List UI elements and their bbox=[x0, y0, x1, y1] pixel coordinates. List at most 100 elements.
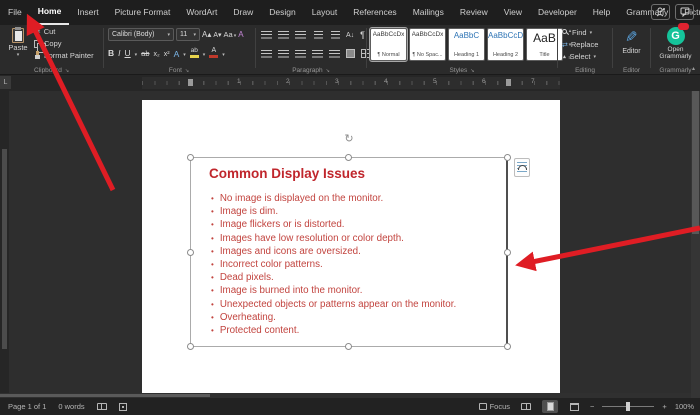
find-button[interactable]: Find ▾ bbox=[562, 28, 598, 37]
macro-record-icon[interactable] bbox=[119, 403, 127, 411]
focus-button[interactable]: Focus bbox=[479, 402, 510, 411]
comments-button[interactable] bbox=[675, 4, 694, 20]
read-mode-button[interactable] bbox=[518, 400, 534, 413]
style-heading-1[interactable]: AaBbC Heading 1 bbox=[448, 28, 485, 61]
change-case-button[interactable]: Aa▾ bbox=[224, 30, 237, 39]
tab-insert[interactable]: Insert bbox=[69, 1, 106, 24]
shrink-font-button[interactable]: A▾ bbox=[213, 31, 221, 39]
tab-help[interactable]: Help bbox=[585, 1, 618, 24]
zoom-out-button[interactable]: − bbox=[590, 402, 594, 411]
tab-stop-selector[interactable]: L bbox=[0, 76, 11, 89]
resize-handle-top-right[interactable] bbox=[504, 154, 511, 161]
text-effects-button[interactable]: A bbox=[174, 51, 180, 58]
tab-review[interactable]: Review bbox=[452, 1, 496, 24]
print-layout-button[interactable] bbox=[542, 400, 558, 413]
web-layout-button[interactable] bbox=[566, 400, 582, 413]
selected-text-box[interactable]: Common Display Issues No image is displa… bbox=[190, 157, 508, 347]
vertical-scrollbar[interactable] bbox=[691, 91, 700, 398]
caret-down-icon: ▾ bbox=[167, 32, 170, 38]
sort-icon[interactable]: A↓ bbox=[346, 32, 354, 39]
style-no-spacing[interactable]: AaBbCcDx ¶ No Spac... bbox=[409, 28, 446, 61]
clear-formatting-button[interactable]: A bbox=[238, 30, 243, 39]
tab-picture-format-1[interactable]: Picture Format bbox=[107, 1, 179, 24]
font-name-combo[interactable]: Calibri (Body) ▾ bbox=[108, 28, 174, 41]
copy-button[interactable]: Copy bbox=[34, 39, 94, 48]
group-paragraph: A↓ ¶ Paragraph ↘ bbox=[256, 25, 366, 75]
replace-button[interactable]: ⇄ Replace bbox=[562, 40, 598, 49]
tab-wordart[interactable]: WordArt bbox=[178, 1, 225, 24]
cut-button[interactable]: ✂ Cut bbox=[34, 27, 94, 36]
indent-marker-left[interactable] bbox=[188, 79, 193, 86]
open-grammarly-button[interactable]: G OpenGrammarly bbox=[651, 27, 700, 60]
bullets-button[interactable] bbox=[261, 31, 272, 39]
paragraph-mark-icon[interactable]: ¶ bbox=[360, 30, 365, 40]
grow-font-button[interactable]: A▴ bbox=[202, 30, 211, 39]
tab-developer[interactable]: Developer bbox=[530, 1, 585, 24]
tab-home[interactable]: Home bbox=[30, 0, 70, 25]
styles-dialog-launcher[interactable]: ↘ bbox=[470, 68, 474, 74]
tab-layout[interactable]: Layout bbox=[304, 1, 346, 24]
font-dialog-launcher[interactable]: ↘ bbox=[185, 68, 189, 74]
style-heading-2[interactable]: AaBbCcD Heading 2 bbox=[487, 28, 524, 61]
tab-file[interactable]: File bbox=[0, 1, 30, 24]
shading-button[interactable] bbox=[346, 49, 355, 58]
vertical-scrollbar-thumb[interactable] bbox=[692, 91, 699, 234]
page-indicator[interactable]: Page 1 of 1 bbox=[8, 402, 46, 411]
font-size-combo[interactable]: 11 ▾ bbox=[176, 28, 200, 41]
indent-marker-right[interactable] bbox=[506, 79, 511, 86]
select-button[interactable]: ▶ Select ▾ bbox=[562, 52, 598, 61]
tab-draw[interactable]: Draw bbox=[225, 1, 261, 24]
strikethrough-button[interactable]: ab bbox=[141, 49, 149, 58]
tab-design[interactable]: Design bbox=[261, 1, 303, 24]
highlight-button[interactable]: ab bbox=[190, 47, 199, 58]
collapse-ribbon-icon[interactable]: ▴ bbox=[692, 65, 695, 72]
paragraph-dialog-launcher[interactable]: ↘ bbox=[326, 68, 330, 74]
word-count[interactable]: 0 words bbox=[58, 402, 84, 411]
multilevel-list-button[interactable] bbox=[295, 31, 306, 39]
share-button[interactable] bbox=[651, 4, 670, 20]
layout-options-button[interactable] bbox=[514, 158, 530, 177]
resize-handle-mid-right[interactable] bbox=[504, 249, 511, 256]
style-normal[interactable]: AaBbCcDx ¶ Normal bbox=[370, 28, 407, 61]
resize-handle-top-left[interactable] bbox=[187, 154, 194, 161]
tab-view[interactable]: View bbox=[496, 1, 530, 24]
italic-button[interactable]: I bbox=[118, 48, 120, 58]
align-right-button[interactable] bbox=[295, 50, 306, 58]
zoom-in-button[interactable]: + bbox=[662, 402, 666, 411]
zoom-slider[interactable] bbox=[602, 406, 654, 407]
resize-handle-bottom-center[interactable] bbox=[345, 343, 352, 350]
bold-button[interactable]: B bbox=[108, 48, 114, 58]
proofing-icon[interactable] bbox=[97, 403, 107, 410]
list-item: Images have low resolution or color dept… bbox=[211, 232, 456, 245]
superscript-button[interactable]: x² bbox=[164, 51, 170, 58]
align-left-button[interactable] bbox=[261, 50, 272, 58]
tab-references[interactable]: References bbox=[345, 1, 404, 24]
paste-button[interactable]: Paste ▾ bbox=[4, 28, 32, 64]
list-item: No image is displayed on the monitor. bbox=[211, 192, 456, 205]
underline-button[interactable]: U bbox=[125, 48, 131, 58]
editor-button[interactable]: ✎ Editor bbox=[613, 28, 650, 55]
numbering-button[interactable] bbox=[278, 31, 289, 39]
increase-indent-button[interactable] bbox=[331, 31, 340, 39]
line-spacing-button[interactable] bbox=[329, 50, 340, 58]
group-editing: Find ▾ ⇄ Replace ▶ Select ▾ Editing bbox=[558, 25, 612, 75]
justify-button[interactable] bbox=[312, 50, 323, 58]
horizontal-scrollbar-thumb[interactable] bbox=[0, 394, 210, 397]
resize-handle-mid-left[interactable] bbox=[187, 249, 194, 256]
paste-clipboard-icon bbox=[12, 28, 24, 43]
rotation-handle[interactable]: ↻ bbox=[343, 133, 355, 145]
resize-handle-bottom-right[interactable] bbox=[504, 343, 511, 350]
decrease-indent-button[interactable] bbox=[314, 31, 323, 39]
caret-down-icon: ▾ bbox=[193, 32, 196, 38]
zoom-percentage[interactable]: 100% bbox=[675, 402, 694, 411]
align-center-button[interactable] bbox=[278, 50, 289, 58]
clipboard-dialog-launcher[interactable]: ↘ bbox=[65, 68, 69, 74]
list-item: Image is dim. bbox=[211, 205, 456, 218]
document-page[interactable]: Common Display Issues No image is displa… bbox=[142, 100, 560, 398]
resize-handle-bottom-left[interactable] bbox=[187, 343, 194, 350]
resize-handle-top-center[interactable] bbox=[345, 154, 352, 161]
zoom-slider-thumb[interactable] bbox=[626, 402, 630, 411]
font-color-button[interactable]: A bbox=[209, 47, 218, 58]
subscript-button[interactable]: x₂ bbox=[154, 51, 160, 58]
tab-mailings[interactable]: Mailings bbox=[405, 1, 452, 24]
